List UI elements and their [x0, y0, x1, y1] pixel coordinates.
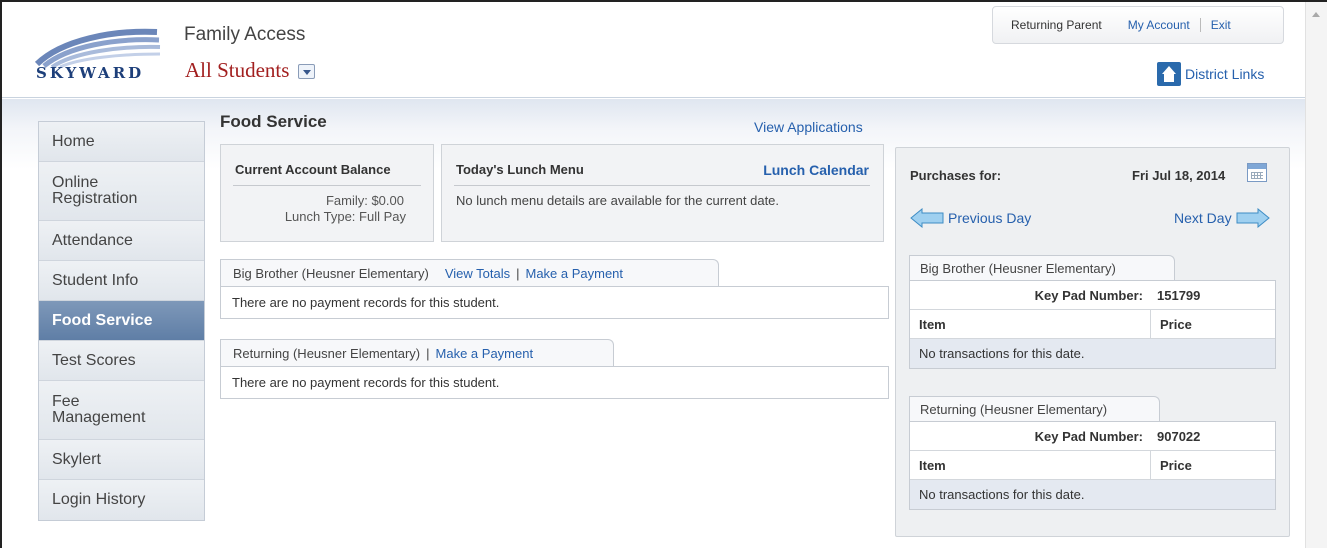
- top-links: Returning Parent My Account Exit: [992, 6, 1284, 44]
- keypad-row: Key Pad Number: 151799: [910, 281, 1275, 310]
- keypad-label: Key Pad Number:: [1034, 287, 1143, 303]
- account-balance-title: Current Account Balance: [235, 162, 391, 177]
- separator: |: [426, 345, 430, 361]
- purchases-title: Purchases for:: [910, 168, 1002, 183]
- student-name: Returning (Heusner Elementary): [920, 401, 1108, 417]
- content-area: Home Online Registration Attendance Stud…: [2, 99, 1305, 548]
- next-day-button[interactable]: Next Day: [1174, 208, 1270, 228]
- payment-records-message: There are no payment records for this st…: [232, 375, 500, 390]
- scrollbar[interactable]: [1305, 2, 1327, 548]
- purchase-student-tab: Returning (Heusner Elementary): [909, 396, 1160, 421]
- purchases-date: Fri Jul 18, 2014: [1132, 168, 1226, 183]
- purchases-panel: Purchases for: Fri Jul 18, 2014 Previous…: [895, 147, 1290, 537]
- table-header: Item Price: [910, 309, 1275, 339]
- student-tab: Big Brother (Heusner Elementary) View To…: [220, 259, 719, 286]
- skyward-logo-text: SKYWARD: [36, 64, 145, 82]
- scroll-up-icon[interactable]: [1312, 12, 1320, 17]
- column-header-price: Price: [1150, 309, 1192, 339]
- column-header-item: Item: [919, 316, 946, 332]
- exit-link[interactable]: Exit: [1201, 18, 1241, 32]
- next-day-label: Next Day: [1174, 210, 1232, 226]
- payment-records: There are no payment records for this st…: [220, 366, 889, 399]
- sidebar-item-student-info[interactable]: Student Info: [39, 261, 204, 301]
- view-totals-link[interactable]: View Totals: [445, 266, 510, 281]
- student-name: Returning (Heusner Elementary): [233, 345, 421, 361]
- lunch-menu-title: Today's Lunch Menu: [456, 162, 584, 177]
- account-balance-panel: Current Account Balance Family: $0.00 Lu…: [220, 144, 434, 242]
- sidebar-item-skylert[interactable]: Skylert: [39, 440, 204, 480]
- app-name: Family Access: [184, 24, 306, 45]
- payment-records: There are no payment records for this st…: [220, 286, 889, 319]
- keypad-value: 151799: [1157, 287, 1201, 303]
- keypad-value: 907022: [1157, 428, 1201, 444]
- previous-day-label: Previous Day: [948, 210, 1032, 226]
- empty-transactions: No transactions for this date.: [910, 480, 1275, 509]
- sidebar-item-login-history[interactable]: Login History: [39, 480, 204, 520]
- page-title: Food Service: [220, 112, 327, 131]
- column-header-price: Price: [1150, 450, 1192, 480]
- sidebar-item-online-registration[interactable]: Online Registration: [39, 162, 204, 221]
- purchase-table: Key Pad Number: 151799 Item Price No tra…: [909, 280, 1276, 369]
- current-user: Returning Parent: [1011, 18, 1102, 32]
- lunch-menu-panel: Today's Lunch Menu Lunch Calendar No lun…: [441, 144, 884, 242]
- chevron-down-icon[interactable]: [298, 64, 316, 79]
- make-payment-link[interactable]: Make a Payment: [436, 346, 534, 361]
- payment-records-message: There are no payment records for this st…: [232, 295, 500, 310]
- arrow-right-icon: [1236, 208, 1270, 228]
- district-links-label: District Links: [1185, 66, 1265, 82]
- previous-day-button[interactable]: Previous Day: [910, 208, 1031, 228]
- make-payment-link[interactable]: Make a Payment: [525, 266, 623, 281]
- lunch-calendar-link[interactable]: Lunch Calendar: [763, 162, 869, 178]
- student-selector-label: All Students: [185, 58, 290, 82]
- view-applications-link[interactable]: View Applications: [754, 119, 863, 135]
- student-name: Big Brother (Heusner Elementary): [233, 265, 429, 281]
- lunch-type: Lunch Type: Full Pay: [284, 209, 406, 224]
- school-icon: [1157, 62, 1181, 86]
- divider: [233, 185, 421, 186]
- sidebar-item-test-scores[interactable]: Test Scores: [39, 341, 204, 381]
- purchase-student-tab: Big Brother (Heusner Elementary): [909, 255, 1175, 280]
- empty-transactions: No transactions for this date.: [910, 339, 1275, 368]
- sidebar-item-fee-management[interactable]: Fee Management: [39, 381, 204, 440]
- student-name: Big Brother (Heusner Elementary): [920, 260, 1116, 276]
- header: SKYWARD Family Access All Students Retur…: [2, 2, 1305, 98]
- student-tab: Returning (Heusner Elementary) | Make a …: [220, 339, 614, 366]
- purchase-table: Key Pad Number: 907022 Item Price No tra…: [909, 421, 1276, 510]
- lunch-menu-message: No lunch menu details are available for …: [456, 193, 780, 208]
- separator: |: [516, 265, 520, 281]
- keypad-row: Key Pad Number: 907022: [910, 422, 1275, 451]
- calendar-icon[interactable]: [1247, 163, 1267, 182]
- divider: [454, 185, 870, 186]
- sidebar: Home Online Registration Attendance Stud…: [38, 121, 205, 521]
- family-balance: Family: $0.00: [325, 193, 404, 208]
- my-account-link[interactable]: My Account: [1118, 18, 1201, 32]
- district-links[interactable]: District Links: [1157, 62, 1264, 86]
- sidebar-item-food-service[interactable]: Food Service: [39, 301, 204, 341]
- arrow-left-icon: [910, 208, 944, 228]
- table-header: Item Price: [910, 450, 1275, 480]
- sidebar-item-home[interactable]: Home: [39, 122, 204, 162]
- keypad-label: Key Pad Number:: [1034, 428, 1143, 444]
- sidebar-item-attendance[interactable]: Attendance: [39, 221, 204, 261]
- student-selector[interactable]: All Students: [185, 58, 316, 83]
- column-header-item: Item: [919, 457, 946, 473]
